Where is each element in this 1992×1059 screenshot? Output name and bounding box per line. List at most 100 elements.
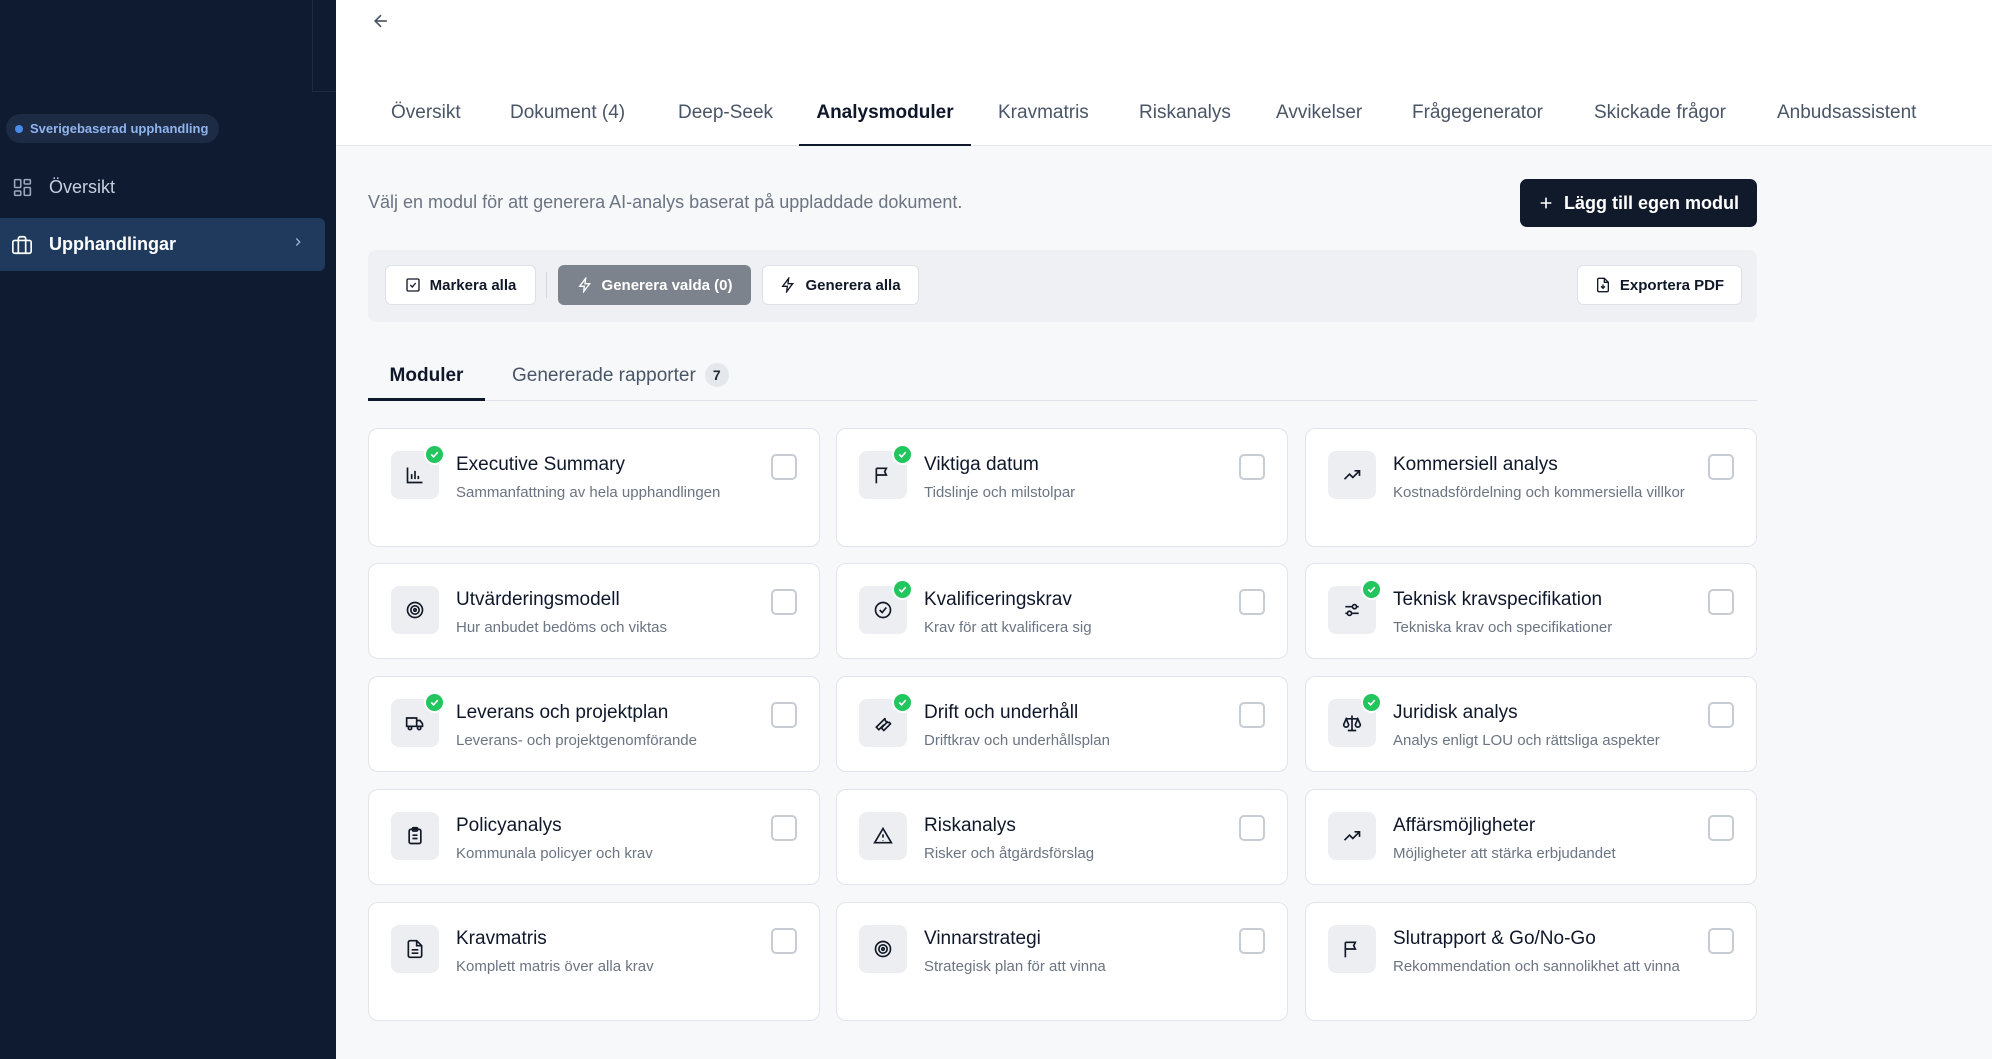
sidebar-item-upphandlingar[interactable]: Upphandlingar [0,218,325,271]
module-description: Komplett matris över alla krav [456,958,654,975]
module-description: Leverans- och projektgenomförande [456,732,697,749]
generated-check-icon [1361,579,1382,600]
generate-selected-label: Generera valda (0) [601,276,733,294]
flag-icon [1328,925,1376,973]
lightning-icon [577,277,591,293]
module-checkbox[interactable] [1239,454,1265,480]
tab-deep-seek[interactable]: Deep-Seek [678,102,773,146]
tab-dokument[interactable]: Dokument (4) [510,102,625,146]
module-card-policyanalys[interactable]: Policyanalys Kommunala policyer och krav [368,789,820,885]
module-checkbox[interactable] [771,454,797,480]
tab-analysmoduler[interactable]: Analysmoduler [799,102,971,146]
module-title: Policyanalys [456,815,562,836]
module-description: Kommunala policyer och krav [456,845,653,862]
module-title: Kravmatris [456,928,547,949]
module-description: Risker och åtgärdsförslag [924,845,1095,862]
module-checkbox[interactable] [1239,815,1265,841]
select-all-button[interactable]: Markera alla [385,265,536,305]
module-card-executive-summary[interactable]: Executive Summary Sammanfattning av hela… [368,428,820,547]
module-title: Leverans och projektplan [456,702,669,723]
document-icon [391,925,439,973]
chevron-right-icon [291,235,305,254]
module-description: Hur anbudet bedöms och viktas [456,619,667,636]
module-checkbox[interactable] [1708,815,1734,841]
module-title: Affärsmöjligheter [1393,815,1536,836]
tab-skickade-fragor[interactable]: Skickade frågor [1594,102,1726,146]
module-title: Riskanalys [924,815,1016,836]
module-checkbox[interactable] [1708,928,1734,954]
tab-kravmatris[interactable]: Kravmatris [998,102,1089,146]
module-description: Kostnadsfördelning och kommersiella vill… [1393,484,1685,501]
tab-moduler-label: Moduler [389,365,464,386]
tab-oversikt[interactable]: Översikt [391,102,461,146]
module-card-viktiga-datum[interactable]: Viktiga datum Tidslinje och milstolpar [836,428,1288,547]
module-card-vinnarstrategi[interactable]: Vinnarstrategi Strategisk plan för att v… [836,902,1288,1021]
generate-selected-button[interactable]: Generera valda (0) [558,265,751,305]
tab-avvikelser[interactable]: Avvikelser [1276,102,1362,146]
module-card-kommersiell-analys[interactable]: Kommersiell analys Kostnadsfördelning oc… [1305,428,1757,547]
back-button[interactable] [368,8,394,34]
module-title: Utvärderingsmodell [456,589,620,610]
module-description: Krav för att kvalificera sig [924,619,1092,636]
module-title: Slutrapport & Go/No-Go [1393,928,1596,949]
add-module-label: Lägg till egen modul [1564,192,1739,213]
module-card-riskanalys[interactable]: Riskanalys Risker och åtgärdsförslag [836,789,1288,885]
module-title: Teknisk kravspecifikation [1393,589,1603,610]
module-title: Vinnarstrategi [924,928,1041,949]
main-area: Översikt Dokument (4) Deep-Seek Analysmo… [336,0,1992,1059]
sidebar: Sverigebaserad upphandling Översikt Upph… [0,0,336,1059]
warning-icon [859,812,907,860]
module-description: Strategisk plan för att vinna [924,958,1106,975]
tab-anbudsassistent[interactable]: Anbudsassistent [1777,102,1916,146]
intro-text: Välj en modul för att generera AI-analys… [368,192,963,212]
module-card-kravmatris[interactable]: Kravmatris Komplett matris över alla kra… [368,902,820,1021]
top-bar: Översikt Dokument (4) Deep-Seek Analysmo… [336,0,1992,146]
export-pdf-button[interactable]: Exportera PDF [1577,265,1742,305]
module-card-juridisk-analys[interactable]: Juridisk analys Analys enligt LOU och rä… [1305,676,1757,772]
module-checkbox[interactable] [771,589,797,615]
tab-riskanalys[interactable]: Riskanalys [1139,102,1231,146]
module-card-affarsmojligheter[interactable]: Affärsmöjligheter Möjligheter att stärka… [1305,789,1757,885]
module-description: Analys enligt LOU och rättsliga aspekter [1393,732,1660,749]
file-download-icon [1596,277,1609,293]
module-card-utvarderingsmodell[interactable]: Utvärderingsmodell Hur anbudet bedöms oc… [368,563,820,659]
sidebar-divider-horizontal [312,91,336,92]
module-checkbox[interactable] [1239,702,1265,728]
tab-moduler[interactable]: Moduler [368,355,485,401]
generate-all-button[interactable]: Generera alla [762,265,919,305]
tab-reports-label: Genererade rapporter [512,365,696,386]
plus-icon [1540,197,1552,209]
module-checkbox[interactable] [1239,928,1265,954]
region-badge-label: Sverigebaserad upphandling [30,121,209,136]
module-description: Tidslinje och milstolpar [924,484,1076,501]
module-card-kvalificeringskrav[interactable]: Kvalificeringskrav Krav för att kvalific… [836,563,1288,659]
add-module-button[interactable]: Lägg till egen modul [1520,179,1757,227]
status-dot [15,124,23,133]
generated-check-icon [892,579,913,600]
sidebar-item-label: Översikt [49,177,116,197]
module-card-drift-och-underhall[interactable]: Drift och underhåll Driftkrav och underh… [836,676,1288,772]
trending-up-icon [1328,812,1376,860]
module-card-leverans-och-projektplan[interactable]: Leverans och projektplan Leverans- och p… [368,676,820,772]
module-checkbox[interactable] [771,815,797,841]
module-title: Kvalificeringskrav [924,589,1072,610]
generate-all-label: Generera alla [805,276,901,294]
module-description: Tekniska krav och specifikationer [1393,619,1613,636]
module-checkbox[interactable] [771,928,797,954]
module-checkbox[interactable] [1708,454,1734,480]
sidebar-item-oversikt[interactable]: Översikt [0,161,325,214]
generated-check-icon [892,692,913,713]
sidebar-item-label: Upphandlingar [49,234,176,254]
grid-icon [11,177,33,199]
module-card-slutrapport[interactable]: Slutrapport & Go/No-Go Rekommendation oc… [1305,902,1757,1021]
module-checkbox[interactable] [1708,589,1734,615]
tab-fragegenerator[interactable]: Frågegenerator [1412,102,1543,146]
tab-genererade-rapporter[interactable]: Genererade rapporter 7 [512,355,729,401]
arrow-left-icon [373,14,387,28]
module-checkbox[interactable] [771,702,797,728]
clipboard-icon [391,812,439,860]
module-checkbox[interactable] [1708,702,1734,728]
module-card-teknisk-kravspecifikation[interactable]: Teknisk kravspecifikation Tekniska krav … [1305,563,1757,659]
module-description: Möjligheter att stärka erbjudandet [1393,845,1616,862]
module-checkbox[interactable] [1239,589,1265,615]
